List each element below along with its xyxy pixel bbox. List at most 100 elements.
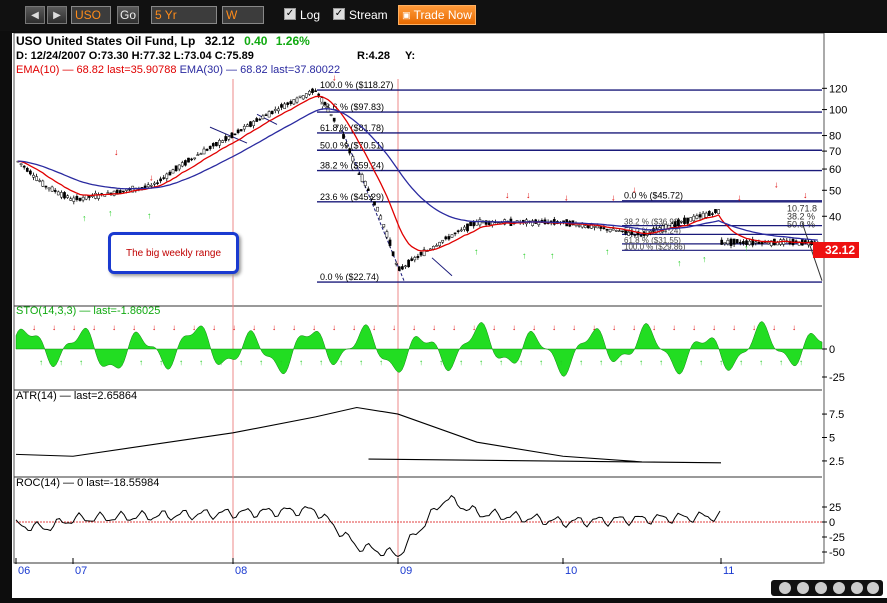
candle-body [497,222,500,224]
candle-body [732,238,736,245]
candle-body [605,228,609,231]
ema30-name: EMA(30) [179,64,223,76]
candle-body [283,103,286,109]
candle-body [639,235,643,237]
x-tick-label: 06 [18,565,30,577]
candle-body [249,121,252,127]
candle-body [416,255,420,258]
sto-arrow-up: ↑ [539,358,543,367]
candle-body [106,192,110,194]
candle-body [156,182,159,184]
signal-arrow-up: ↑ [744,243,749,253]
candle-body [382,224,386,228]
sto-arrow-down: ↓ [372,323,376,332]
sto-arrow-up: ↑ [719,358,723,367]
expand-icon[interactable] [867,582,879,594]
sto-arrow-down: ↓ [172,323,176,332]
candle-body [649,230,652,233]
sto-arrow-up: ↑ [799,358,803,367]
sto-tick-label: 0 [829,344,835,356]
sto-arrow-up: ↑ [599,358,603,367]
candle-body [335,124,339,127]
candle-body [38,180,42,182]
sto-arrow-down: ↓ [652,323,656,332]
roc-legend: ROC(14) — 0 last=-18.55984 [16,477,160,489]
candle-body [63,192,66,199]
candle-body [432,246,435,250]
candle-body [587,225,590,229]
change-value: 0.40 [244,34,268,48]
ohlc-values: D: 12/24/2007 O:73.30 H:77.32 L:73.04 C:… [16,50,254,62]
candle-body [342,134,345,139]
trade-now-button[interactable]: ▣ Trade Now [398,5,476,25]
atr-tick-label: 7.5 [829,409,844,421]
price-badge: 32.12 [813,242,859,258]
candle-body [270,110,274,115]
pan-icon[interactable] [815,582,827,594]
signal-arrow-down: ↓ [611,193,616,203]
sto-arrow-down: ↓ [252,323,256,332]
interval-value: W [226,8,238,22]
candle-body [329,114,333,116]
refresh-icon[interactable] [851,582,863,594]
price-tick-label: 60 [829,164,841,176]
candle-body [184,160,187,166]
price-badge-value: 32.12 [825,243,856,257]
candle-body [174,165,178,172]
candle-body [583,225,587,228]
candle-body [146,184,150,188]
candle-body [435,245,438,247]
candle-body [187,157,190,163]
candle-body [32,174,35,178]
candle-body [577,225,581,227]
candle-body [227,136,231,140]
candle-body [766,242,770,245]
sto-arrow-down: ↓ [472,323,476,332]
candle-body [388,239,392,246]
interval-select[interactable]: W [222,6,264,24]
stream-checkbox[interactable]: ✓ [333,8,345,20]
roc-tick-label: 0 [829,517,835,529]
candle-body [87,196,91,198]
candle-body [404,265,407,268]
price-tick-label: 40 [829,211,841,223]
settings-icon[interactable] [833,582,845,594]
sto-arrow-up: ↑ [559,358,563,367]
log-checkbox[interactable]: ✓ [284,8,296,20]
fib-label: 38.2 % ($59.24) [320,161,384,171]
candle-body [311,88,314,93]
candle-body [686,217,689,224]
sto-arrow-up: ↑ [399,358,403,367]
instrument-title: USO United States Oil Fund, Lp [16,34,196,48]
candle-body [738,241,742,244]
zoom-out-icon[interactable] [779,582,791,594]
candle-body [339,130,342,133]
forward-button[interactable]: ▶ [47,6,67,24]
fib-small-label: 100.0 % ($29.86) [624,242,686,251]
signal-arrow-down: ↓ [505,190,510,200]
arrow-right-icon: ▶ [53,9,61,21]
sto-arrow-up: ↑ [699,358,703,367]
symbol-input[interactable]: USO [71,6,111,24]
period-select[interactable]: 5 Yr [151,6,217,24]
candle-body [280,104,283,108]
back-button[interactable]: ◀ [25,6,45,24]
candle-body [29,170,32,175]
candle-body [726,240,730,245]
sto-arrow-up: ↑ [439,358,443,367]
sto-arrow-down: ↓ [192,323,196,332]
sto-arrow-down: ↓ [292,323,296,332]
price-tick-label: 70 [829,146,841,158]
go-button[interactable]: Go [117,6,139,24]
zoom-in-icon[interactable] [797,582,809,594]
candle-body [25,168,29,172]
atr-tick-label: 5 [829,433,835,445]
candle-body [122,190,125,193]
sto-arrow-down: ↓ [92,323,96,332]
candle-body [366,188,370,191]
candle-body [447,236,451,240]
fib-right-label: 50.0 % [787,219,815,229]
sto-arrow-up: ↑ [319,358,323,367]
candle-body [348,148,352,154]
candle-body [159,178,162,182]
